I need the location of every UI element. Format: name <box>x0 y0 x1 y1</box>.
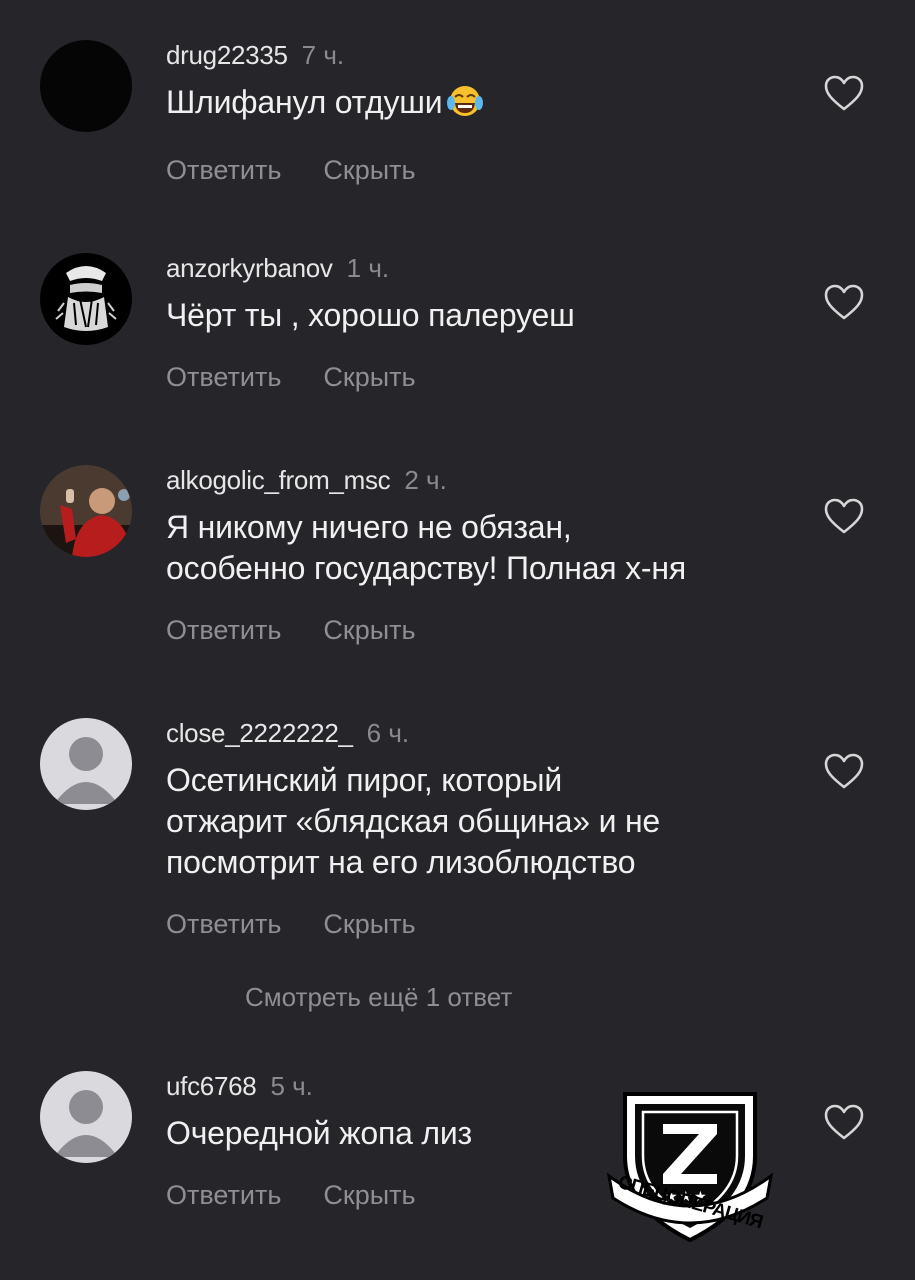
comment-text: Осетинский пирог, который отжарит «блядс… <box>166 760 795 883</box>
timestamp: 1 ч. <box>346 253 390 283</box>
comment-actions: Ответить Скрыть <box>166 909 795 939</box>
username[interactable]: ufc6768 <box>166 1071 257 1101</box>
default-avatar-icon[interactable] <box>40 1071 132 1163</box>
timestamp: 6 ч. <box>366 718 410 748</box>
comment-text-line: посмотрит на его лизоблюдство <box>166 844 636 880</box>
heart-outline-icon[interactable] <box>823 74 865 114</box>
timestamp: 7 ч. <box>301 40 345 70</box>
comment-text-line: отжарит «блядская община» и не <box>166 803 661 839</box>
timestamp: 2 ч. <box>404 465 447 495</box>
hide-button[interactable]: Скрыть <box>323 615 415 645</box>
timestamp: 5 ч. <box>270 1071 313 1101</box>
laughing-tears-emoji-icon <box>446 83 484 129</box>
reply-button[interactable]: Ответить <box>166 909 281 939</box>
reply-button[interactable]: Ответить <box>166 1180 281 1210</box>
comment-body: anzorkyrbanov 1 ч. Чёрт ты , хорошо палер… <box>166 253 795 392</box>
comment-text-line: особенно государству! Полная х-ня <box>166 550 686 586</box>
hide-button[interactable]: Скрыть <box>323 362 415 392</box>
username[interactable]: close_2222222_ <box>166 718 353 748</box>
comment-body: close_2222222_ 6 ч. Осетинский пирог, кот… <box>166 718 795 939</box>
comment-meta: alkogolic_from_msc 2 ч. <box>166 465 795 495</box>
comment-body: alkogolic_from_msc 2 ч. Я никому ничего н… <box>166 465 795 645</box>
heart-outline-icon[interactable] <box>823 283 865 323</box>
comment-actions: Ответить Скрыть <box>166 362 795 392</box>
reply-button[interactable]: Ответить <box>166 155 281 185</box>
comment-text: Шлифанул отдуши <box>166 82 795 129</box>
reply-button[interactable]: Ответить <box>166 615 281 645</box>
comment-text-line: Осетинский пирог, который <box>166 762 563 798</box>
username[interactable]: alkogolic_from_msc <box>166 465 391 495</box>
comment-text-content: Шлифанул отдуши <box>166 84 443 120</box>
avatar-anzorkyrbanov[interactable] <box>40 253 132 345</box>
avatar-drug22335[interactable] <box>40 40 132 132</box>
comment-meta: drug22335 7 ч. <box>166 40 795 70</box>
comment-text: Чёрт ты , хорошо палеруеш <box>166 297 575 333</box>
heart-outline-icon[interactable] <box>823 752 865 792</box>
hide-button[interactable]: Скрыть <box>323 155 415 185</box>
comment-actions: Ответить Скрыть <box>166 155 795 185</box>
hide-button[interactable]: Скрыть <box>323 909 415 939</box>
comment-text-line: Я никому ничего не обязан, <box>166 509 572 545</box>
heart-outline-icon[interactable] <box>823 497 865 537</box>
z-shield-logo: Z ★★★ СПЕЦОПЕРАЦИЯ <box>605 1080 775 1250</box>
comment-meta: anzorkyrbanov 1 ч. <box>166 253 795 283</box>
reply-button[interactable]: Ответить <box>166 362 281 392</box>
default-avatar-icon[interactable] <box>40 718 132 810</box>
comment-actions: Ответить Скрыть <box>166 615 795 645</box>
comment-meta: close_2222222_ 6 ч. <box>166 718 795 748</box>
username[interactable]: anzorkyrbanov <box>166 253 333 283</box>
avatar-alkogolic-from-msc[interactable] <box>40 465 132 557</box>
username[interactable]: drug22335 <box>166 40 288 70</box>
view-more-replies-button[interactable]: Смотреть ещё 1 ответ <box>245 982 512 1013</box>
hide-button[interactable]: Скрыть <box>323 1180 415 1210</box>
comment-text: Я никому ничего не обязан, особенно госу… <box>166 507 795 589</box>
heart-outline-icon[interactable] <box>823 1103 865 1143</box>
comment-body: drug22335 7 ч. Шлифанул отдуши Ответить Ск… <box>166 40 795 185</box>
